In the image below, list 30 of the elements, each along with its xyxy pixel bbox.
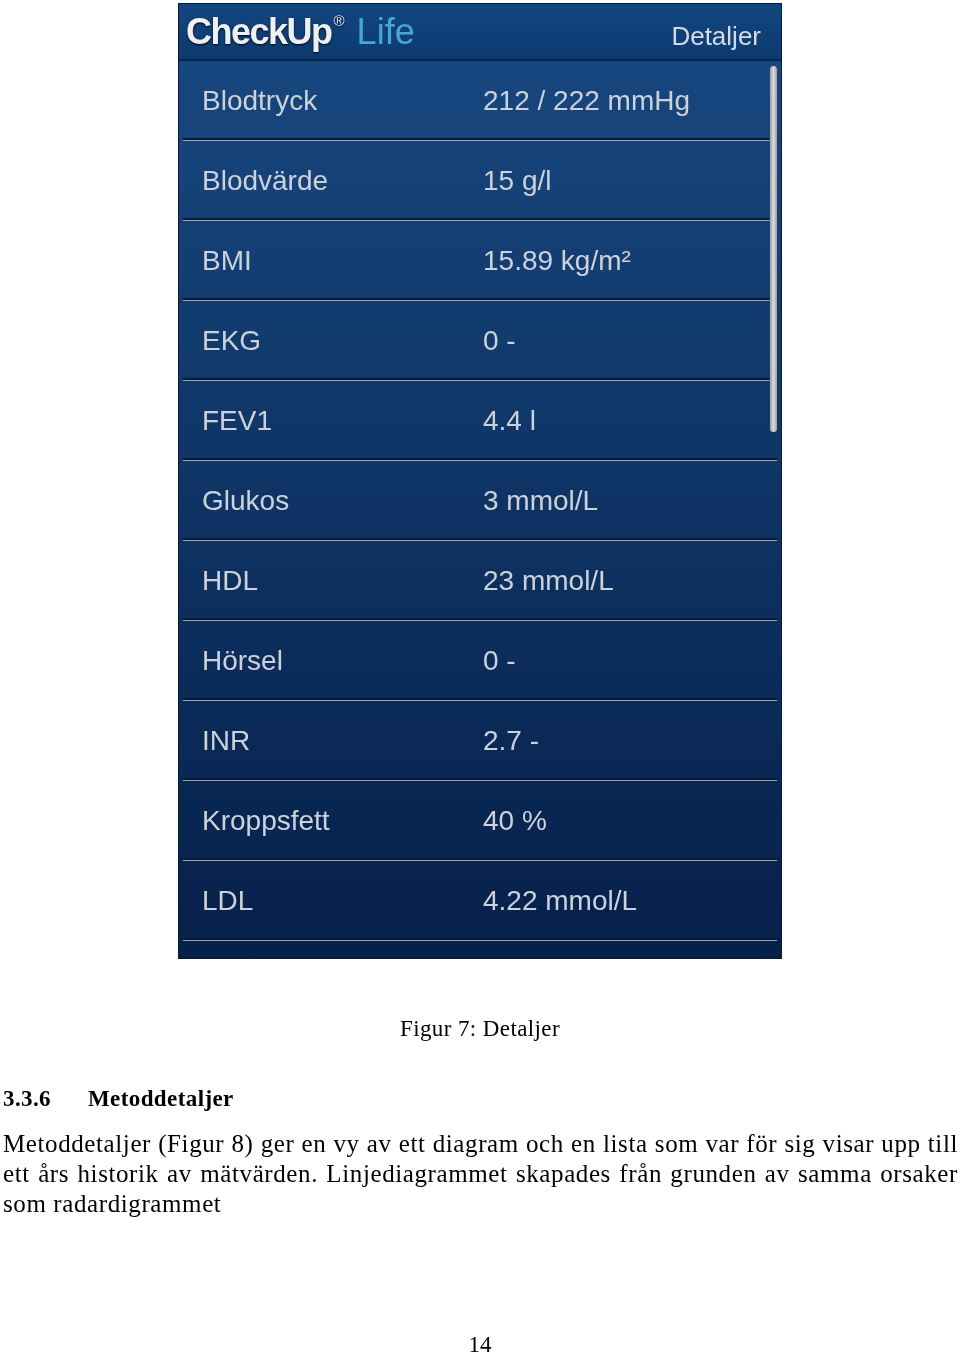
metric-value: 2.7 - [483, 726, 540, 755]
metric-label: BMI [202, 246, 253, 275]
metric-label: Hörsel [202, 646, 284, 675]
screen-title: Detaljer [671, 19, 761, 49]
metric-value: 15 g/l [483, 166, 552, 195]
metric-value: 0 - [483, 326, 516, 355]
body-paragraph: Metoddetaljer (Figur 8) ger en vy av ett diagram och en lista som var för sig visar upp till ett års historik av mätvärden. Linjediagrammet skapades från grunden av samma orsaker som radardigrammet [3, 1129, 958, 1219]
metric-value: 3 mmol/L [483, 486, 599, 515]
figure-caption: Figur 7: Detaljer [398, 1016, 562, 1042]
metric-label: INR [202, 726, 252, 755]
metric-label: Kroppsfett [202, 806, 331, 835]
metric-label: Blodtryck [202, 86, 319, 115]
metric-value: 212 / 222 mmHg [483, 86, 690, 115]
metric-value: 40 % [483, 806, 547, 835]
metric-value: 4.4 l [483, 406, 536, 435]
metric-value: 0 - [483, 646, 516, 675]
metric-value: 4.22 mmol/L [483, 886, 638, 915]
metric-label: EKG [202, 326, 263, 355]
logo-brand-text: CheckUp$^{®}$ [186, 13, 345, 50]
metric-label: HDL [202, 566, 259, 595]
metric-label: FEV1 [202, 406, 274, 435]
metric-label: Glukos [202, 486, 291, 515]
metric-value: 23 mmol/L [483, 566, 614, 595]
section-heading: Metoddetaljer [88, 1086, 234, 1112]
page-number: 14 [467, 1332, 493, 1357]
metric-label: Blodvärde [202, 166, 330, 195]
metric-label: LDL [202, 886, 255, 915]
logo-product-text: Life [356, 13, 415, 50]
section-number: 3.3.6 [3, 1086, 52, 1112]
metric-value: 15.89 kg/m² [483, 246, 631, 275]
